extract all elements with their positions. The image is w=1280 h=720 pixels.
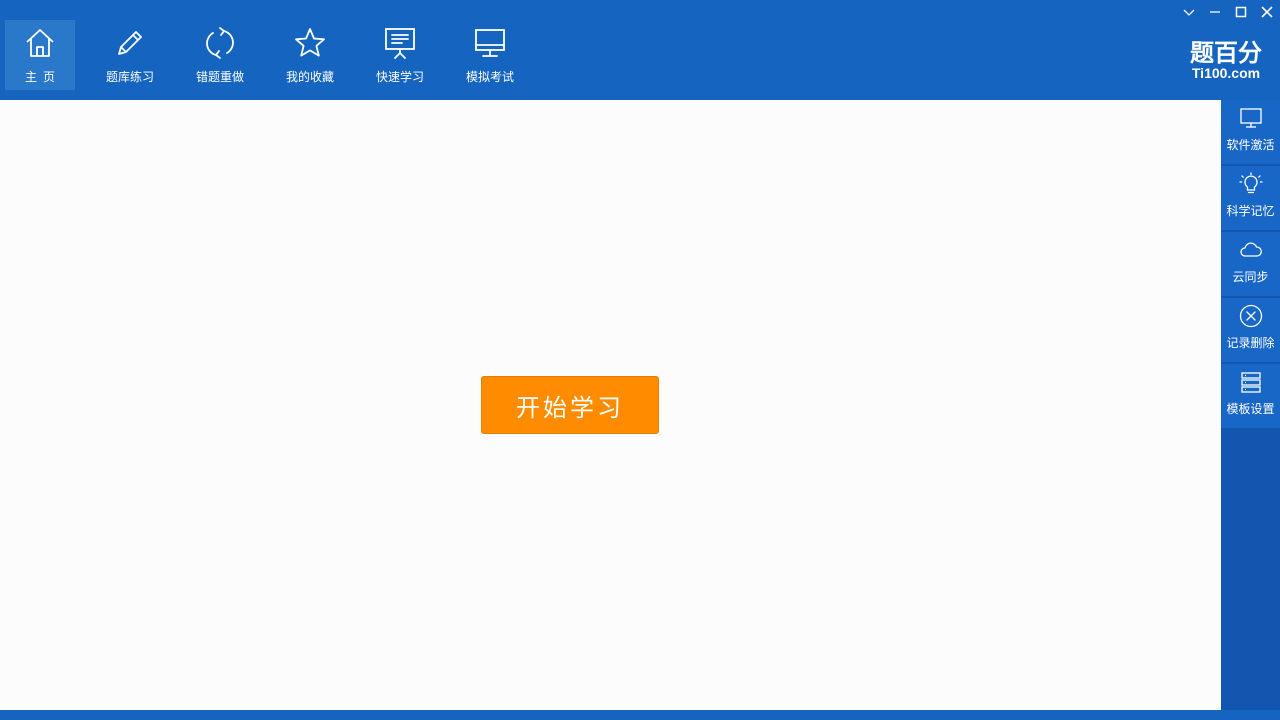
sidebar-item-memory[interactable]: 科学记忆 (1221, 166, 1280, 230)
sidebar-item-label: 记录删除 (1226, 336, 1275, 350)
nav-item-favorites[interactable]: 我的收藏 (275, 20, 345, 90)
nav-label: 我的收藏 (285, 70, 334, 84)
nav-item-question-bank[interactable]: 题库练习 (95, 20, 165, 90)
nav-label: 快速学习 (375, 70, 424, 84)
sidebar-item-label: 云同步 (1232, 270, 1269, 284)
window-controls (1176, 0, 1280, 24)
sidebar-item-activate[interactable]: 软件激活 (1221, 100, 1280, 164)
nav-label: 模拟考试 (465, 70, 514, 84)
list-settings-icon (1240, 372, 1261, 393)
close-button[interactable] (1254, 0, 1280, 24)
close-circle-icon (1239, 304, 1262, 328)
chevron-down-icon (1183, 9, 1195, 16)
maximize-icon (1235, 6, 1247, 18)
cloud-icon (1239, 242, 1262, 257)
star-icon (295, 28, 325, 57)
logo-text-en: Ti100.com (1191, 65, 1261, 81)
right-sidebar: 软件激活 科学记忆 云同步 记录删除 模板设置 (1221, 100, 1280, 710)
nav-item-quick-study[interactable]: 快速学习 (365, 20, 435, 90)
brand-logo: 题百分 Ti100.com (1186, 40, 1266, 80)
logo-text-cn: 题百分 (1190, 39, 1262, 67)
nav-item-home[interactable]: 主页 (5, 20, 75, 90)
nav-label: 错题重做 (195, 70, 244, 84)
sidebar-item-template-settings[interactable]: 模板设置 (1221, 364, 1280, 428)
status-bar (0, 710, 1280, 720)
dropdown-menu-button[interactable] (1176, 0, 1202, 24)
minimize-button[interactable] (1202, 0, 1228, 24)
main-nav: 主页 题库练习 错题重做 我的收藏 快速学习 模拟考试 (5, 20, 545, 90)
minimize-icon (1210, 11, 1220, 13)
sidebar-item-label: 科学记忆 (1226, 204, 1275, 218)
presentation-board-icon (385, 28, 415, 59)
maximize-button[interactable] (1228, 0, 1254, 24)
start-study-button[interactable]: 开始学习 (481, 376, 659, 434)
monitor-icon (1239, 108, 1262, 128)
nav-label: 主页 (24, 70, 61, 84)
nav-item-mock-exam[interactable]: 模拟考试 (455, 20, 525, 90)
sidebar-item-cloud-sync[interactable]: 云同步 (1221, 232, 1280, 296)
home-icon (26, 29, 54, 57)
close-icon (1261, 6, 1273, 18)
top-toolbar: 主页 题库练习 错题重做 我的收藏 快速学习 模拟考试 题百分 Ti100.co… (0, 0, 1280, 100)
app-window: 主页 题库练习 错题重做 我的收藏 快速学习 模拟考试 题百分 Ti100.co… (0, 0, 1280, 720)
sidebar-item-label: 软件激活 (1226, 138, 1275, 152)
refresh-icon (206, 27, 234, 59)
pencil-icon (118, 31, 142, 55)
nav-label: 题库练习 (105, 70, 154, 84)
monitor-icon (475, 29, 505, 57)
sidebar-item-delete-records[interactable]: 记录删除 (1221, 298, 1280, 362)
nav-item-redo-mistakes[interactable]: 错题重做 (185, 20, 255, 90)
sidebar-item-label: 模板设置 (1226, 402, 1275, 416)
main-content: 开始学习 (0, 100, 1221, 710)
lightbulb-icon (1238, 172, 1263, 194)
